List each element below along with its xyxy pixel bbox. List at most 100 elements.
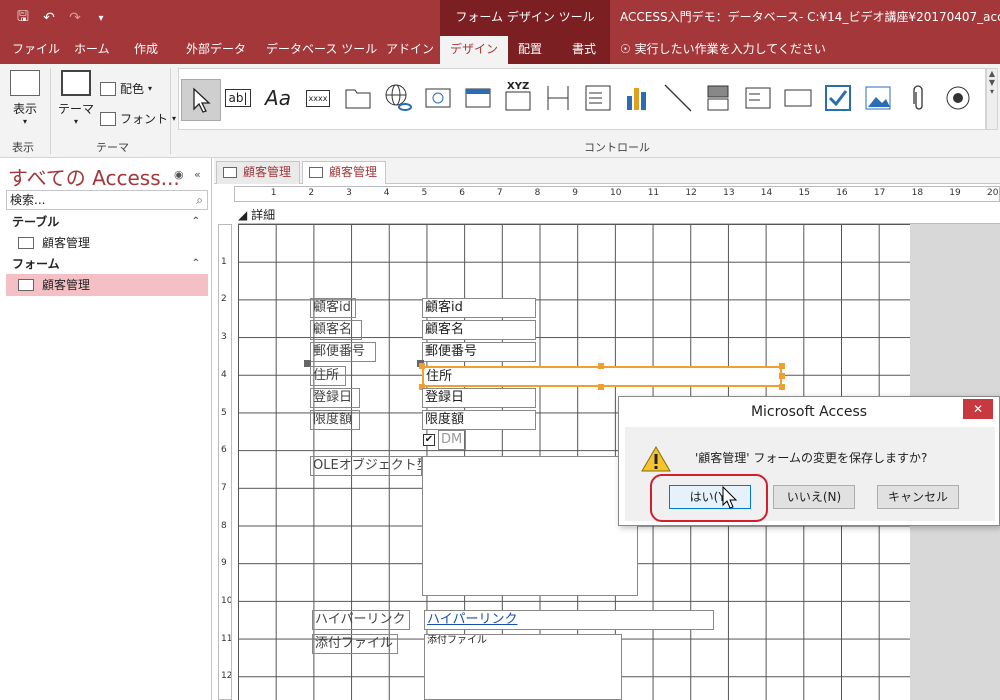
resize-handle[interactable] — [598, 384, 604, 390]
label-postal-code[interactable]: 郵便番号 — [310, 342, 376, 362]
tab-addins[interactable]: アドイン — [376, 36, 444, 64]
ruler-tick-label: 6 — [459, 188, 465, 198]
nav-group-forms[interactable]: フォーム ⌃ — [6, 254, 208, 274]
checkbox-control[interactable] — [823, 83, 853, 113]
attachment-frame[interactable]: 添付ファイル — [424, 634, 622, 700]
tab-database-tools[interactable]: データベース ツール — [256, 36, 387, 64]
nav-collapse-icon[interactable]: « — [194, 168, 201, 181]
theme-icon — [61, 70, 91, 96]
pointer-icon — [193, 87, 211, 113]
dm-checkbox[interactable]: ✔ — [423, 434, 435, 446]
list-box-control[interactable] — [743, 83, 773, 113]
font-label: フォント — [120, 112, 169, 126]
navigation-control[interactable] — [463, 83, 493, 113]
search-placeholder: 検索... — [10, 193, 46, 207]
label-credit-limit[interactable]: 限度額 — [310, 410, 360, 430]
resize-handle[interactable] — [779, 384, 785, 390]
nav-group-tables[interactable]: テーブル ⌃ — [6, 212, 208, 232]
label-customer-name[interactable]: 顧客名 — [310, 320, 362, 340]
select-pointer-control[interactable] — [181, 79, 221, 121]
label-attachment[interactable]: 添付ファイル — [312, 634, 398, 654]
list-box-icon — [585, 85, 611, 111]
doc-tab-form[interactable]: 顧客管理 — [302, 161, 387, 185]
page-break-control[interactable] — [543, 83, 573, 113]
tab-home[interactable]: ホーム — [64, 36, 120, 64]
label-control[interactable]: Aa — [263, 83, 293, 113]
close-icon[interactable]: ✕ — [963, 399, 993, 419]
tell-me-box[interactable]: ☉ 実行したい作業を入力してください — [620, 36, 826, 64]
ruler-tick-label: 2 — [308, 188, 315, 198]
ruler-tick-label: 7 — [221, 482, 227, 493]
doc-tab-table[interactable]: 顧客管理 — [216, 161, 301, 184]
ruler-tick-label: 17 — [873, 188, 886, 198]
label-customer-id[interactable]: 顧客id — [310, 298, 356, 318]
save-icon[interactable]: 🖫 — [14, 6, 32, 30]
option-button-control[interactable] — [943, 83, 973, 113]
nav-item-form[interactable]: 顧客管理 — [6, 274, 208, 296]
web-browser-control[interactable] — [423, 83, 453, 113]
mouse-cursor-icon — [722, 486, 738, 509]
textbox-registration-date[interactable]: 登録日 — [422, 388, 536, 408]
label-dm[interactable]: DM — [438, 430, 466, 450]
theme-button[interactable]: テーマ ▾ — [56, 70, 96, 126]
toggle-button-control[interactable] — [703, 83, 733, 113]
textbox-customer-name[interactable]: 顧客名 — [422, 320, 536, 340]
textbox-hyperlink[interactable]: ハイパーリンク — [424, 610, 714, 630]
no-button[interactable]: いいえ(N) — [773, 485, 855, 509]
ruler-tick-label: 12 — [685, 188, 697, 198]
nav-group-tables-label: テーブル — [12, 215, 60, 229]
button-control[interactable]: xxxx — [303, 83, 333, 113]
tab-format[interactable]: 書式 — [562, 36, 606, 64]
cancel-button[interactable]: キャンセル — [877, 485, 959, 509]
label-registration-date[interactable]: 登録日 — [310, 388, 360, 408]
controls-gallery: ab| Aa xxxx XYZ — [178, 68, 986, 130]
section-arrow-icon: ◢ — [238, 208, 248, 222]
textbox-icon: ab| — [225, 89, 251, 107]
nav-search-input[interactable]: 検索... ⌕ — [6, 190, 208, 210]
tab-design[interactable]: デザイン — [440, 36, 509, 65]
image-control[interactable] — [863, 83, 893, 113]
nav-item-table[interactable]: 顧客管理 — [6, 232, 208, 254]
nav-item-label: 顧客管理 — [42, 278, 91, 292]
undo-icon[interactable]: ↶ — [40, 10, 58, 26]
gallery-scroll[interactable]: ▲ ▼ ▾ — [986, 68, 998, 130]
customize-qat-icon[interactable]: ▾ — [92, 13, 110, 24]
option-group-control[interactable]: XYZ — [503, 81, 533, 113]
view-button[interactable]: 表示 ▾ — [8, 70, 42, 126]
detail-section-bar[interactable]: ◢ 詳細 — [238, 206, 1000, 224]
textbox-control[interactable]: ab| — [223, 83, 253, 113]
lightbulb-icon: ☉ — [620, 42, 631, 56]
font-button[interactable]: フォント ▾ — [100, 110, 176, 127]
chevron-up-icon: ⌃ — [191, 258, 200, 269]
hyperlink-control[interactable] — [383, 83, 413, 113]
label-ole-object[interactable]: OLEオブジェクト型 — [310, 456, 422, 476]
rectangle-control[interactable] — [783, 83, 813, 113]
redo-icon[interactable]: ↷ — [66, 10, 84, 26]
option-group-label: XYZ — [507, 81, 530, 92]
textbox-postal-code[interactable]: 郵便番号 — [422, 342, 536, 362]
tab-create[interactable]: 作成 — [124, 36, 168, 64]
tab-control[interactable] — [343, 83, 373, 113]
tab-arrange[interactable]: 配置 — [508, 36, 552, 64]
label-address[interactable]: 住所 — [310, 366, 346, 386]
line-control[interactable] — [663, 83, 693, 113]
tab-file[interactable]: ファイル — [2, 36, 70, 64]
ribbon: 表示 ▾ 表示 テーマ ▾ 配色 ▾ フォント ▾ テーマ ab| Aa xxx… — [0, 64, 1000, 158]
detail-section-label: 詳細 — [251, 208, 276, 222]
attachment-control[interactable] — [903, 83, 933, 113]
nav-pane-title[interactable]: すべての Access... — [8, 162, 180, 191]
combo-box-control[interactable] — [583, 83, 613, 113]
chart-control[interactable] — [623, 83, 653, 113]
textbox-credit-limit[interactable]: 限度額 — [422, 410, 536, 430]
ruler-tick-label: 3 — [221, 332, 227, 343]
resize-handle[interactable] — [419, 363, 425, 369]
resize-handle[interactable] — [779, 373, 785, 379]
label-hyperlink[interactable]: ハイパーリンク — [312, 610, 410, 630]
resize-handle[interactable] — [598, 363, 604, 369]
color-button[interactable]: 配色 ▾ — [100, 80, 152, 97]
textbox-customer-id[interactable]: 顧客id — [422, 298, 536, 318]
resize-handle[interactable] — [779, 363, 785, 369]
nav-menu-icon[interactable]: ◉ — [174, 168, 184, 181]
tab-external-data[interactable]: 外部データ — [176, 36, 256, 64]
ole-object-frame[interactable] — [422, 456, 638, 596]
